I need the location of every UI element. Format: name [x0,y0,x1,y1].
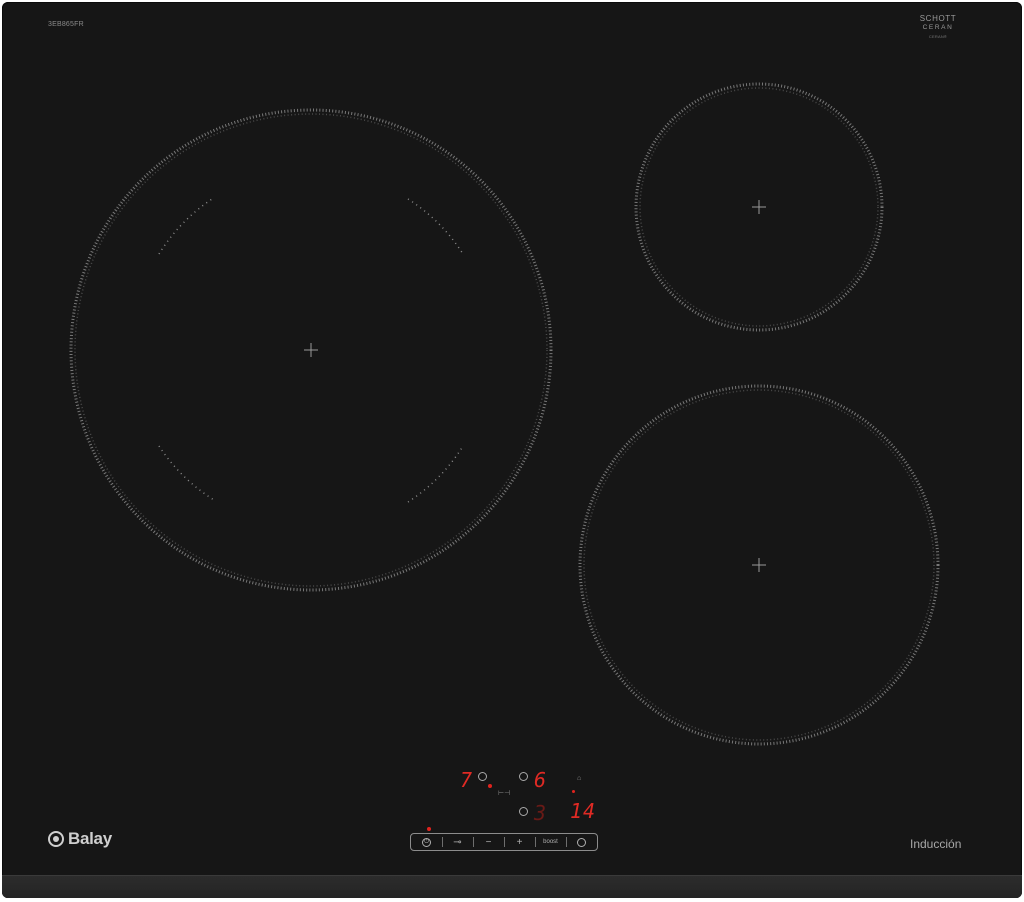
power-button[interactable]: ⏻ [411,834,442,850]
bell-icon: ⌂ [577,775,582,782]
clock-icon [577,837,586,847]
top-right-zone-power-display: 6 [534,768,548,792]
crosshair-icon [752,558,766,572]
brand-name: Balay [68,829,112,848]
crosshair-icon [304,343,318,357]
left-zone-power-display: 7 [460,768,474,792]
lock-button[interactable]: ⊸ [442,834,473,850]
key-lock-icon: ⊸ [453,836,462,848]
plus-icon: + [516,836,523,848]
plus-button[interactable]: + [504,834,535,850]
small-cooking-zone[interactable] [634,82,884,332]
cooking-zones [69,82,940,746]
power-icon: ⏻ [422,837,431,847]
timer-button[interactable] [566,834,597,850]
induction-cooktop: 3EB865FR SCHOTT CERAN CERAN® 7 ⊢⊣ 6 ⌂ 3 … [2,2,1022,898]
left-zone-active-dot [488,784,492,788]
bottom-zone-power-display: 3 [534,801,548,825]
minus-button[interactable]: − [473,834,504,850]
crosshair-icon [752,200,766,214]
technology-label: Inducción [910,837,962,851]
top-right-zone-select-button[interactable] [519,772,528,781]
touch-control-bar: ⏻ ⊸ − + boost [410,833,598,851]
timer-active-dot [572,790,575,793]
power-indicator-led [427,827,431,831]
zone-link-icon: ⊢⊣ [498,790,511,797]
medium-cooking-zone[interactable] [578,384,940,746]
large-cooking-zone[interactable] [69,108,553,592]
cooktop-frame-edge [2,875,1022,898]
brand-logo: Balay [48,829,112,849]
boost-label: boost [543,839,558,845]
balay-logo-icon [48,831,64,847]
bottom-zone-select-button[interactable] [519,807,528,816]
boost-button[interactable]: boost [535,834,566,850]
timer-display: 14 [570,799,597,823]
left-zone-select-button[interactable] [478,772,487,781]
minus-icon: − [485,836,492,848]
